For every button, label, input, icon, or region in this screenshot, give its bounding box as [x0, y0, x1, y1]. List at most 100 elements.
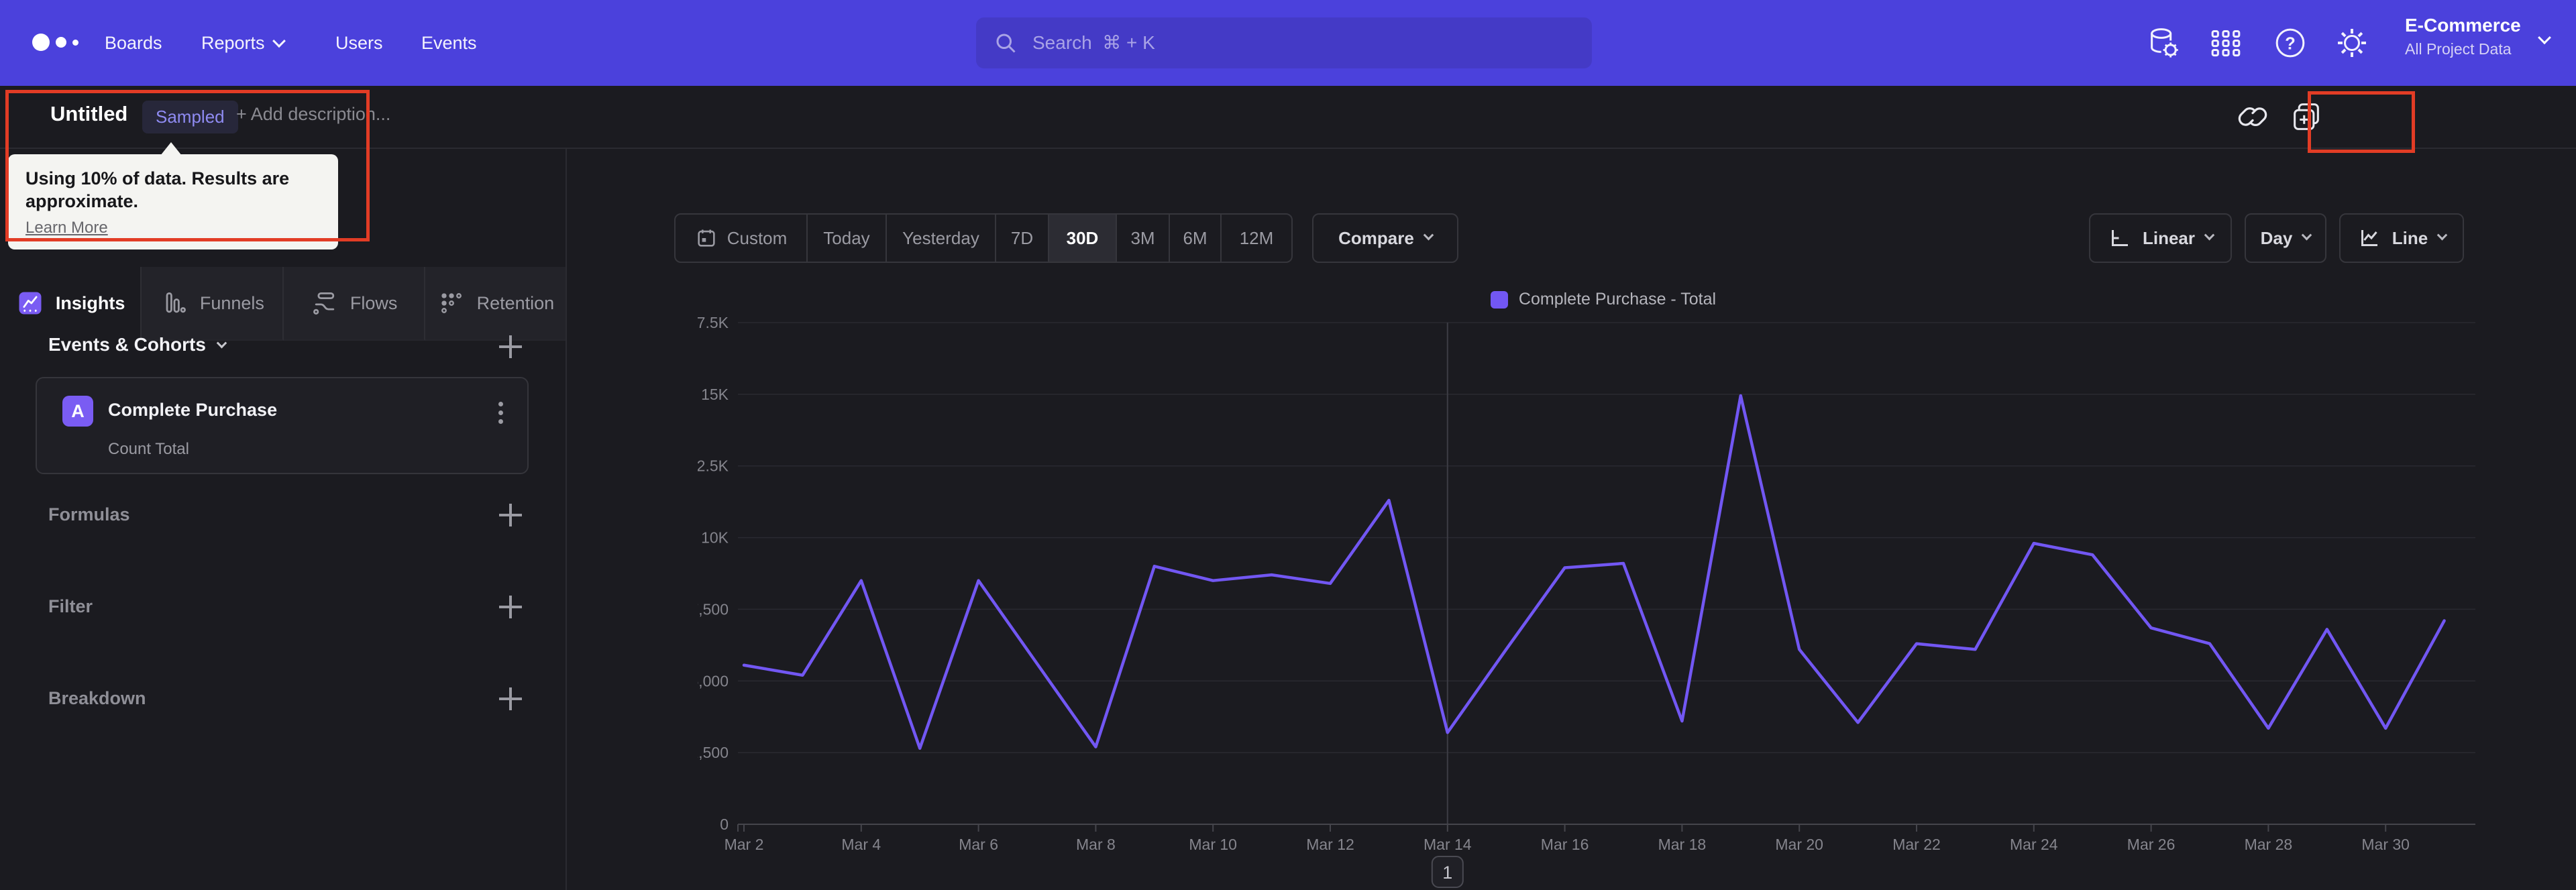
- filter-section: Filter: [0, 587, 566, 627]
- nav-label: Boards: [105, 32, 162, 53]
- share-link-icon[interactable]: [2235, 99, 2270, 134]
- nav-item-events[interactable]: Events: [421, 0, 477, 86]
- range-12m[interactable]: 12M: [1220, 215, 1291, 262]
- chevron-down-icon: [2538, 31, 2551, 45]
- date-range-segmented-control: Custom Today Yesterday 7D 30D 3M 6M 12M: [674, 213, 1293, 263]
- svg-text:Mar 18: Mar 18: [1658, 836, 1707, 853]
- mixpanel-logo-icon[interactable]: [32, 34, 78, 51]
- svg-text:Mar 10: Mar 10: [1189, 836, 1237, 853]
- svg-text:1: 1: [1442, 863, 1452, 883]
- svg-text:2,500: 2,500: [698, 744, 729, 761]
- svg-text:Mar 8: Mar 8: [1076, 836, 1116, 853]
- chevron-down-icon: [216, 337, 227, 348]
- add-filter-button[interactable]: [499, 596, 522, 618]
- compare-button[interactable]: Compare: [1312, 213, 1458, 263]
- section-label: Events & Cohorts: [48, 334, 206, 355]
- global-search[interactable]: [976, 17, 1592, 68]
- svg-text:Mar 12: Mar 12: [1306, 836, 1354, 853]
- range-label: 6M: [1183, 227, 1208, 248]
- range-custom[interactable]: Custom: [676, 215, 806, 262]
- report-title[interactable]: Untitled: [50, 102, 127, 126]
- section-label: Formulas: [48, 504, 130, 524]
- scale-dropdown[interactable]: Linear: [2089, 213, 2232, 263]
- button-label: Day: [2260, 227, 2293, 248]
- tab-funnels[interactable]: Funnels: [142, 267, 284, 341]
- add-to-board-icon[interactable]: [2289, 99, 2324, 134]
- svg-text:Mar 6: Mar 6: [959, 836, 998, 853]
- svg-text:10K: 10K: [701, 529, 729, 547]
- chart-type-dropdown[interactable]: Line: [2339, 213, 2464, 263]
- search-icon: [996, 34, 1016, 53]
- range-7d[interactable]: 7D: [995, 215, 1048, 262]
- tab-retention[interactable]: Retention: [425, 267, 566, 341]
- range-label: 7D: [1010, 227, 1034, 248]
- chevron-down-icon: [2302, 229, 2312, 240]
- button-label: Compare: [1338, 227, 1414, 248]
- range-label: 3M: [1130, 227, 1155, 248]
- nav-label: Users: [335, 32, 383, 53]
- range-today[interactable]: Today: [806, 215, 885, 262]
- learn-more-link[interactable]: Learn More: [25, 219, 108, 237]
- add-description[interactable]: + Add description...: [236, 104, 390, 125]
- chevron-down-icon: [2436, 229, 2448, 240]
- nav-item-reports[interactable]: Reports: [201, 0, 286, 86]
- sampled-badge[interactable]: Sampled: [142, 101, 238, 133]
- section-label: Filter: [48, 596, 93, 616]
- retention-icon: [441, 293, 462, 313]
- range-yesterday[interactable]: Yesterday: [885, 215, 995, 262]
- help-icon[interactable]: ?: [2271, 24, 2309, 62]
- nav-item-boards[interactable]: Boards: [105, 0, 162, 86]
- project-switcher[interactable]: E-Commerce All Project Data: [2405, 15, 2521, 58]
- svg-text:7,500: 7,500: [698, 600, 729, 618]
- settings-gear-icon[interactable]: [2333, 24, 2371, 62]
- add-formula-button[interactable]: [499, 504, 522, 526]
- calendar-icon: [698, 229, 715, 247]
- event-menu-icon[interactable]: [498, 410, 503, 415]
- chevron-down-icon: [1423, 229, 1434, 240]
- interval-dropdown[interactable]: Day: [2245, 213, 2326, 263]
- section-label: Breakdown: [48, 688, 146, 708]
- add-event-button[interactable]: [499, 335, 522, 358]
- add-breakdown-button[interactable]: [499, 687, 522, 710]
- svg-text:0: 0: [720, 816, 729, 833]
- events-cohorts-header[interactable]: Events & Cohorts: [48, 334, 227, 355]
- event-card[interactable]: A Complete Purchase Count Total: [36, 377, 529, 474]
- nav-item-users[interactable]: Users: [335, 0, 383, 86]
- tooltip-text: Using 10% of data. Results are approxima…: [25, 168, 290, 211]
- range-6m[interactable]: 6M: [1169, 215, 1220, 262]
- svg-text:Mar 30: Mar 30: [2361, 836, 2410, 853]
- funnels-icon: [166, 292, 186, 313]
- tab-insights[interactable]: Insights: [0, 267, 142, 341]
- svg-text:Mar 24: Mar 24: [2010, 836, 2058, 853]
- svg-text:Mar 20: Mar 20: [1775, 836, 1823, 853]
- svg-text:12.5K: 12.5K: [698, 457, 729, 475]
- project-scope: All Project Data: [2405, 40, 2512, 58]
- search-input[interactable]: [1032, 32, 1574, 54]
- svg-text:?: ?: [2285, 34, 2296, 53]
- linear-axis-icon: [2111, 230, 2128, 246]
- range-label: Custom: [727, 227, 788, 248]
- nav-label: Events: [421, 32, 477, 53]
- top-nav: Boards Reports Users Events Search ⌘ + K…: [0, 0, 2576, 86]
- range-3m[interactable]: 3M: [1116, 215, 1169, 262]
- svg-text:17.5K: 17.5K: [698, 314, 729, 331]
- event-letter-badge: A: [62, 396, 93, 427]
- flows-icon: [313, 292, 335, 315]
- tab-label: Funnels: [199, 292, 264, 313]
- tab-flows[interactable]: Flows: [283, 267, 425, 341]
- chevron-down-icon: [2204, 229, 2215, 240]
- svg-text:Mar 16: Mar 16: [1541, 836, 1589, 853]
- event-metric[interactable]: Count Total: [108, 440, 189, 459]
- nav-label: Reports: [201, 32, 265, 53]
- chart-panel: Custom Today Yesterday 7D 30D 3M 6M 12M …: [567, 149, 2576, 890]
- line-chart[interactable]: 0 2,500 5,000 7,500 10K 12.5K 15K 17.5K Mar 2 Mar…: [698, 295, 2509, 890]
- event-name[interactable]: Complete Purchase: [108, 400, 277, 421]
- chevron-down-icon: [272, 34, 286, 48]
- svg-text:5,000: 5,000: [698, 672, 729, 689]
- query-sidebar: Insights Funnels Flows Retention Events …: [0, 149, 567, 890]
- apps-grid-icon[interactable]: [2207, 24, 2245, 62]
- range-label: 30D: [1066, 227, 1099, 248]
- data-management-icon[interactable]: [2144, 24, 2182, 62]
- svg-text:Mar 22: Mar 22: [1892, 836, 1941, 853]
- range-30d[interactable]: 30D: [1048, 215, 1116, 262]
